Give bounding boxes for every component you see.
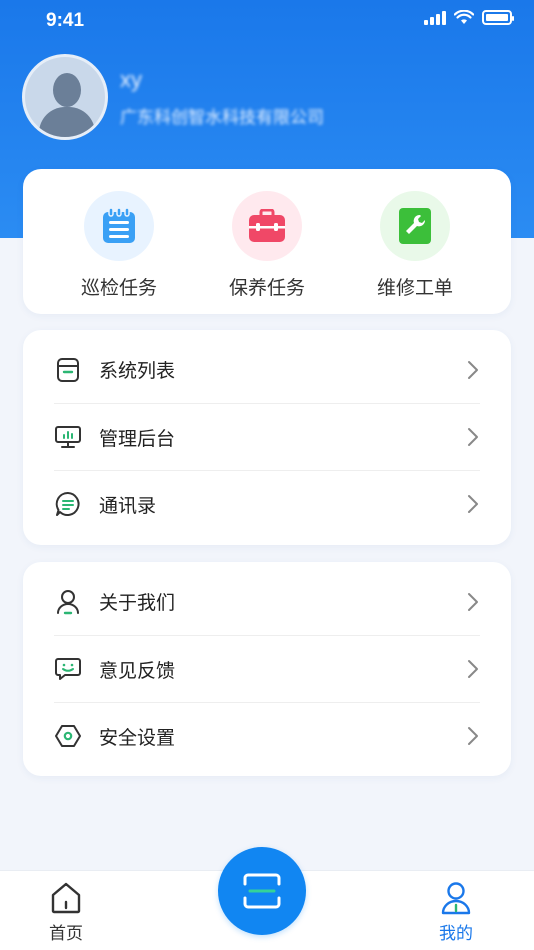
quick-action-label: 巡检任务 [80,277,157,299]
menu-label: 系统列表 [99,360,176,382]
status-time: 9:41 [46,10,85,31]
tab-mine-label: 我的 [439,924,473,944]
profile-info: xy 广东科创智水科技有限公司 [120,67,324,128]
quick-action-label: 维修工单 [376,277,453,299]
menu-item-security-settings[interactable]: 安全设置 [54,702,480,769]
scan-icon [243,873,281,909]
status-icons [424,10,514,25]
chevron-right-icon [468,727,478,745]
quick-action-repair[interactable]: 维修工单 [350,169,480,314]
wrench-icon [380,191,450,261]
quick-action-maintenance[interactable]: 保养任务 [202,169,332,314]
quick-action-inspection[interactable]: 巡检任务 [54,169,184,314]
chevron-right-icon [468,592,478,611]
box-icon [54,356,82,384]
menu-label: 通讯录 [99,494,157,517]
profile-header[interactable]: xy 广东科创智水科技有限公司 [22,54,324,140]
feedback-icon [54,655,82,683]
menu-item-system-list[interactable]: 系统列表 [54,336,480,403]
hexagon-gear-icon [54,722,82,750]
clipboard-icon [84,191,154,261]
menu-label: 管理后台 [99,427,176,450]
profile-organization: 广东科创智水科技有限公司 [120,107,324,128]
menu-item-about-us[interactable]: 关于我们 [54,568,480,635]
tab-home-label: 首页 [49,924,83,944]
chevron-right-icon [468,428,478,446]
battery-icon [482,10,514,25]
tab-mine[interactable]: 我的 [416,881,496,944]
menu-item-admin-console[interactable]: 管理后台 [54,403,480,470]
chat-icon [54,490,82,518]
quick-actions-card: 巡检任务 保养任务 维修工单 [23,169,511,314]
menu-group-tools: 系统列表 管理后台 通讯录 [23,330,511,545]
profile-name: xy [120,66,142,92]
tab-home[interactable]: 首页 [26,881,106,944]
chevron-right-icon [468,495,478,513]
home-icon [51,882,81,914]
monitor-icon [54,423,82,451]
user-icon [441,882,471,915]
status-bar: 9:41 [0,0,534,44]
quick-action-label: 保养任务 [228,277,305,299]
menu-item-contacts[interactable]: 通讯录 [54,470,480,537]
avatar[interactable] [22,54,108,140]
menu-label: 关于我们 [99,592,176,614]
user-icon [54,588,82,616]
signal-icon [424,10,446,25]
menu-label: 意见反馈 [99,659,176,682]
menu-label: 安全设置 [99,726,176,749]
chevron-right-icon [468,660,478,678]
scan-button[interactable] [218,847,306,935]
chevron-right-icon [468,360,478,379]
toolbox-icon [232,191,302,261]
menu-group-settings: 关于我们 意见反馈 安全设置 [23,562,511,776]
wifi-icon [454,10,474,24]
menu-item-feedback[interactable]: 意见反馈 [54,635,480,702]
